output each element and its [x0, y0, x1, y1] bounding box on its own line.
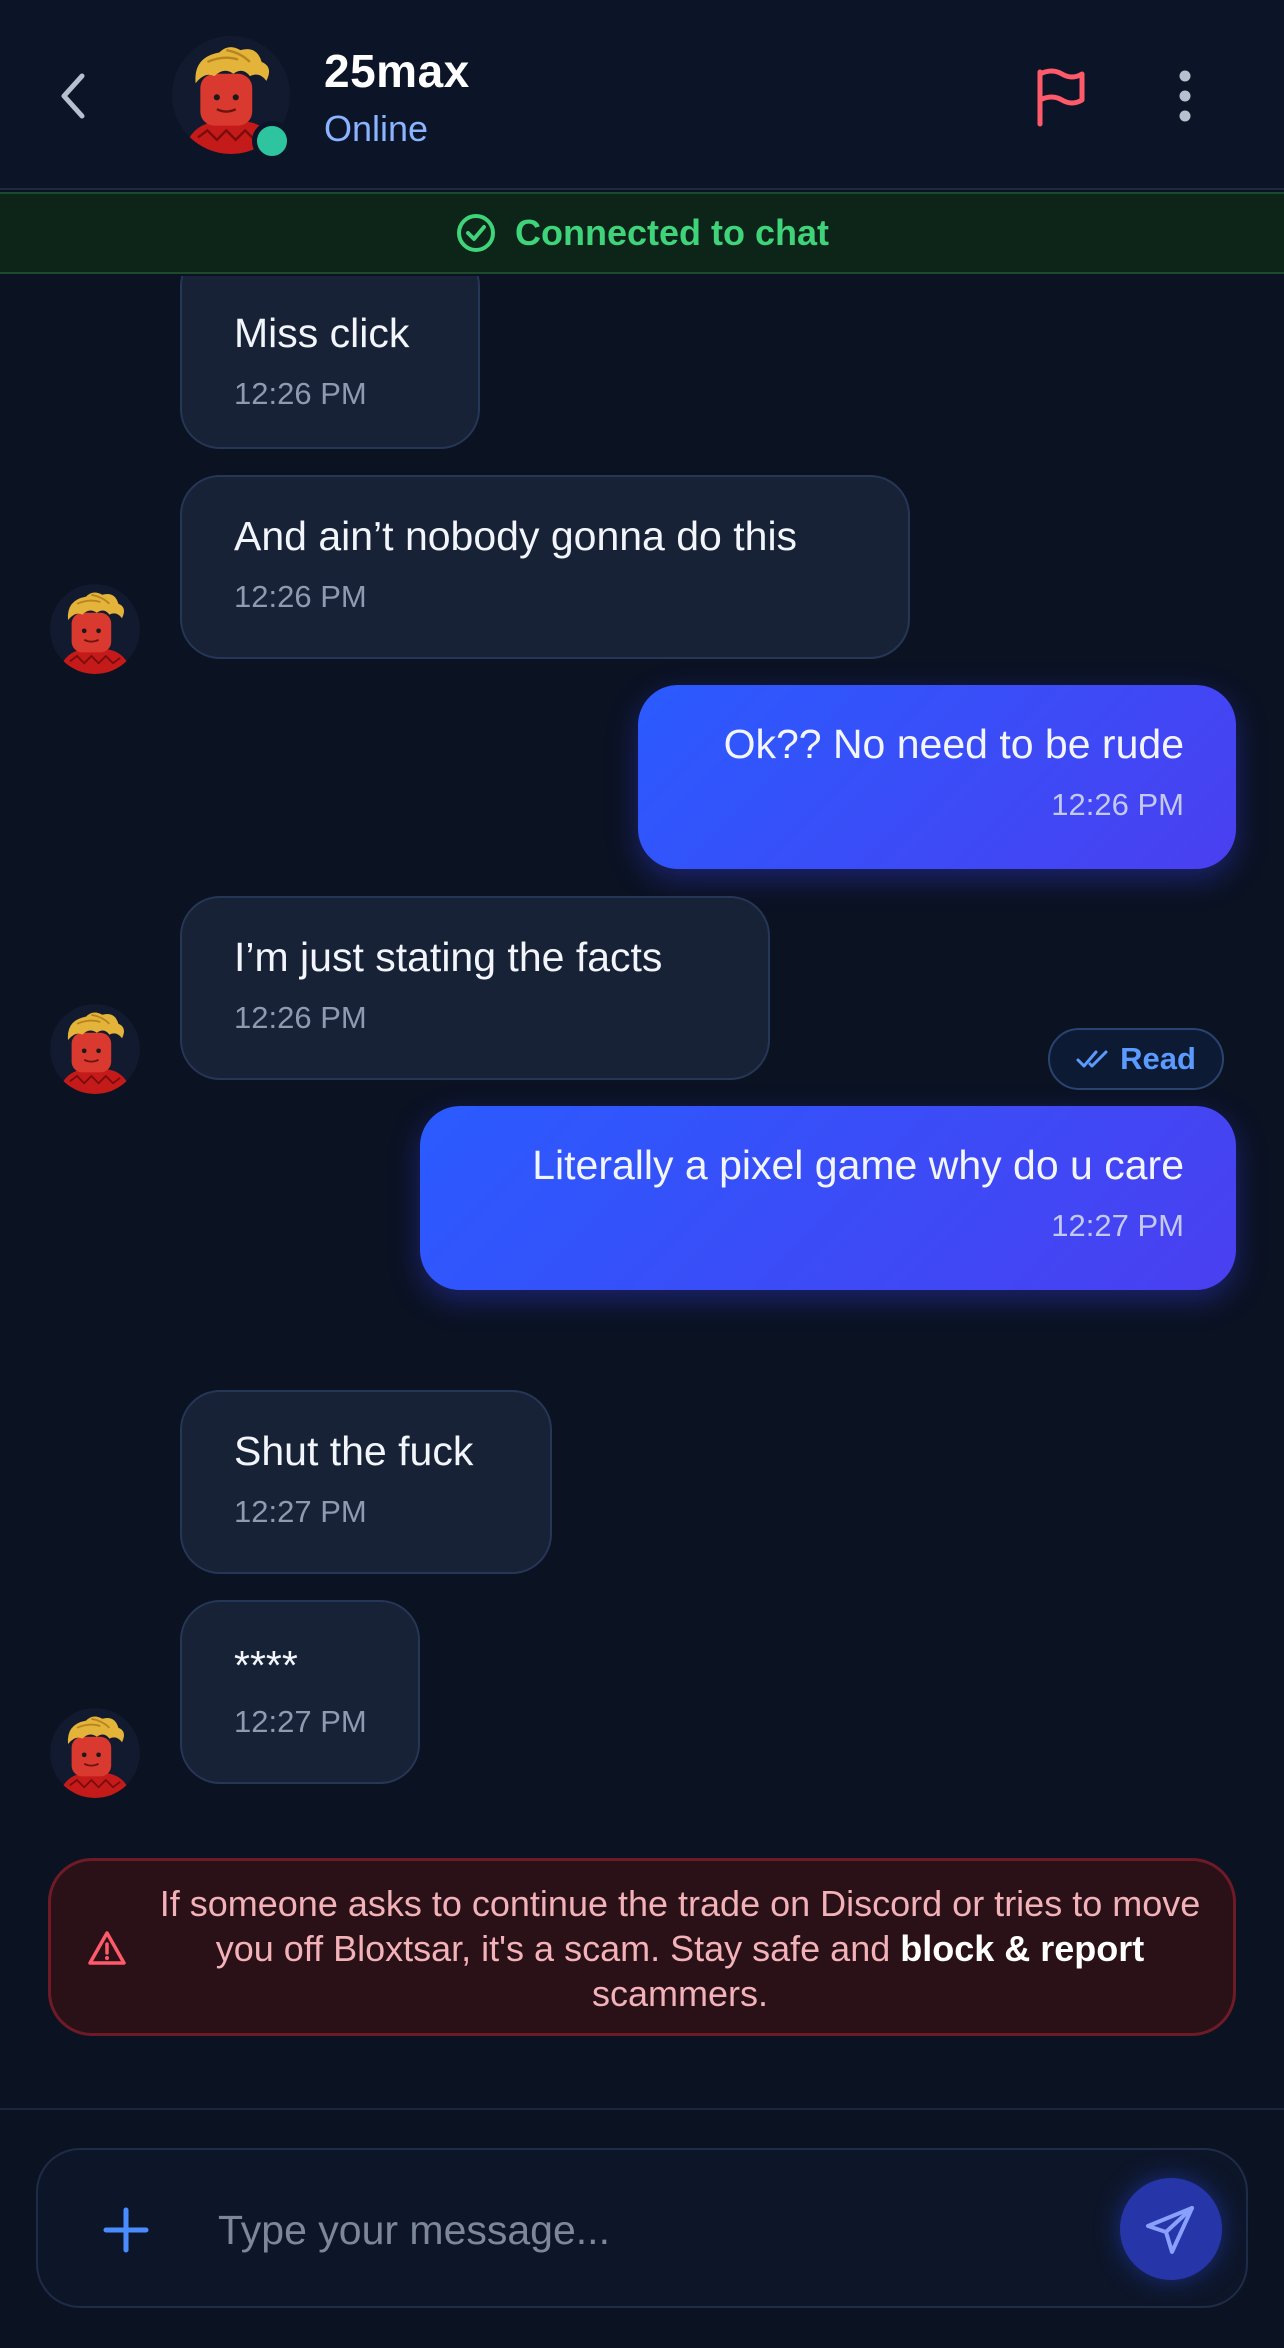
message-time: 12:26 PM: [234, 376, 367, 411]
message-time: 12:27 PM: [234, 1494, 367, 1529]
send-button[interactable]: [1120, 2178, 1222, 2280]
message-time: 12:27 PM: [234, 1704, 367, 1739]
message-time: 12:26 PM: [234, 579, 367, 614]
plus-icon: [103, 2207, 149, 2253]
message-composer: [36, 2148, 1248, 2308]
chat-header: 25max Online: [0, 0, 1284, 190]
message-text: Miss click: [234, 310, 410, 356]
warning-text-bold: block & report: [900, 1928, 1145, 1969]
contact-name: 25max: [324, 45, 470, 97]
flag-icon: [1037, 68, 1085, 127]
sender-avatar[interactable]: [50, 1004, 140, 1094]
sender-avatar[interactable]: [50, 1708, 140, 1798]
read-receipt-badge: Read: [1048, 1028, 1224, 1090]
connection-banner: Connected to chat: [0, 192, 1284, 274]
more-vertical-icon: [1179, 70, 1191, 122]
avatar-image: [50, 1004, 140, 1094]
message-text: I’m just stating the facts: [234, 934, 663, 980]
message-text: Ok?? No need to be rude: [723, 721, 1184, 767]
contact-avatar[interactable]: [172, 36, 292, 161]
message-time: 12:26 PM: [234, 1000, 367, 1035]
message-time: 12:27 PM: [1051, 1208, 1184, 1243]
back-chevron-icon: [61, 73, 85, 119]
message-list[interactable]: Miss click 12:26 PM And ain’t nobody gon…: [0, 276, 1284, 1806]
message-text: And ain’t nobody gonna do this: [234, 513, 798, 559]
message-text: Shut the fuck: [234, 1428, 474, 1474]
message-bubble-incoming[interactable]: And ain’t nobody gonna do this 12:26 PM: [180, 475, 910, 659]
double-check-icon: [1076, 1050, 1108, 1068]
avatar-image: [50, 1708, 140, 1798]
report-button[interactable]: [1030, 66, 1090, 130]
message-bubble-incoming[interactable]: Miss click 12:26 PM: [180, 276, 480, 449]
scam-warning-banner: If someone asks to continue the trade on…: [48, 1858, 1236, 2036]
message-bubble-incoming[interactable]: I’m just stating the facts 12:26 PM: [180, 896, 770, 1080]
message-bubble-incoming[interactable]: Shut the fuck 12:27 PM: [180, 1390, 552, 1574]
read-receipt-text: Read: [1120, 1041, 1196, 1076]
message-text: Literally a pixel game why do u care: [532, 1142, 1184, 1188]
connection-status-text: Connected to chat: [514, 212, 829, 253]
sender-avatar[interactable]: [50, 584, 140, 674]
contact-status: Online: [324, 108, 429, 149]
message-bubble-incoming[interactable]: **** 12:27 PM: [180, 1600, 420, 1784]
message-text: ****: [234, 1642, 298, 1688]
check-circle-icon: [456, 214, 495, 252]
avatar-image: [50, 584, 140, 674]
more-options-button[interactable]: [1168, 66, 1202, 130]
back-button[interactable]: [48, 66, 98, 126]
warning-text-part: scammers.: [591, 1973, 768, 2014]
message-time: 12:26 PM: [1051, 787, 1184, 822]
attach-button[interactable]: [96, 2200, 156, 2260]
scam-warning-text: If someone asks to continue the trade on…: [147, 1881, 1213, 2016]
message-bubble-outgoing[interactable]: Ok?? No need to be rude 12:26 PM: [638, 685, 1236, 869]
warning-triangle-icon: [88, 1931, 126, 1965]
message-input[interactable]: [218, 2190, 1098, 2270]
send-icon: [1146, 2206, 1194, 2254]
message-bubble-outgoing[interactable]: Literally a pixel game why do u care 12:…: [420, 1106, 1236, 1290]
online-indicator: [252, 121, 292, 161]
